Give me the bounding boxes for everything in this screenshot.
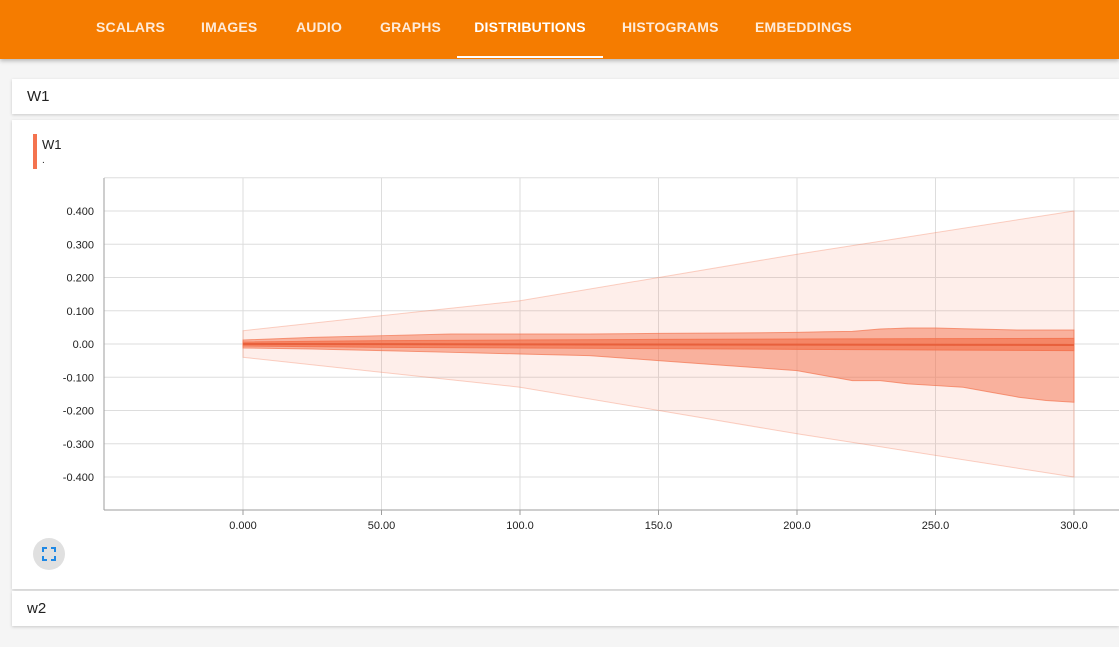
- tab-graphs[interactable]: GRAPHS: [380, 0, 441, 59]
- legend-series-subtitle: .: [42, 155, 45, 166]
- expand-chart-button[interactable]: [33, 538, 65, 570]
- section-header-w1[interactable]: W1: [12, 79, 1119, 114]
- section-title: w2: [27, 600, 47, 617]
- tab-distributions[interactable]: DISTRIBUTIONS: [457, 0, 603, 59]
- tab-audio[interactable]: AUDIO: [296, 0, 342, 59]
- top-navigation-bar: SCALARS IMAGES AUDIO GRAPHS DISTRIBUTION…: [0, 0, 1119, 59]
- tab-histograms[interactable]: HISTOGRAMS: [622, 0, 718, 59]
- legend-series-name: W1: [42, 137, 62, 152]
- active-tab-indicator: [457, 56, 603, 58]
- fullscreen-icon: [42, 547, 56, 561]
- chart-card: [12, 120, 1119, 589]
- section-header-w2[interactable]: w2: [12, 591, 1119, 626]
- tab-images[interactable]: IMAGES: [201, 0, 257, 59]
- section-title: W1: [27, 88, 50, 105]
- tab-embeddings[interactable]: EMBEDDINGS: [755, 0, 852, 59]
- legend-color-swatch: [33, 134, 37, 169]
- tab-scalars[interactable]: SCALARS: [96, 0, 165, 59]
